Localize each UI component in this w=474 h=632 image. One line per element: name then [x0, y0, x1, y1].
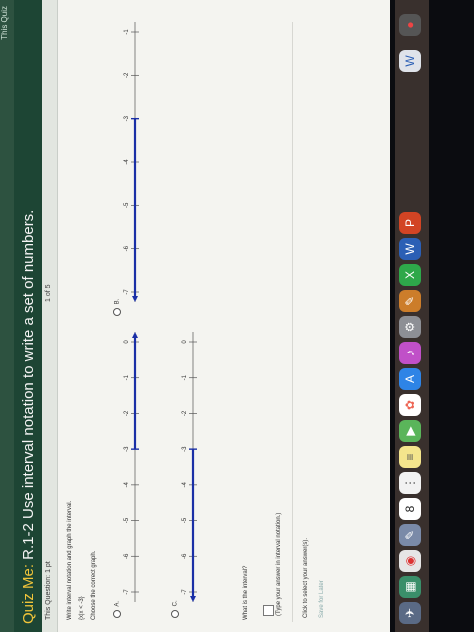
itunes-icon[interactable]: ♪ — [399, 342, 421, 364]
interval-question: What is the interval? — [243, 565, 249, 620]
dashboard-icon[interactable]: ▦ — [399, 576, 421, 598]
arrow-head — [132, 332, 138, 338]
tick-label: -7 — [124, 289, 130, 295]
preview-icon[interactable]: ✎ — [399, 524, 421, 546]
tick-label: -3 — [124, 115, 130, 121]
tick-label: -5 — [124, 202, 130, 208]
powerpoint-icon[interactable]: P — [399, 212, 421, 234]
interval-answer-input[interactable] — [263, 605, 274, 616]
quiz-title: R.1-2 Use interval notation to write a s… — [20, 209, 37, 560]
brand-label: Quiz Me: — [20, 563, 37, 624]
notes-icon[interactable]: ≡ — [399, 446, 421, 468]
this-quiz-label[interactable]: This Quiz — [0, 6, 9, 40]
launchpad-icon[interactable]: ✈ — [399, 602, 421, 624]
photos-icon[interactable]: ✿ — [399, 394, 421, 416]
tick-label: -1 — [124, 29, 130, 35]
tick-label: 0 — [124, 340, 130, 344]
system-preferences-icon[interactable]: ⚙ — [399, 316, 421, 338]
arrow-head — [190, 596, 196, 602]
app-store-icon[interactable]: A — [399, 368, 421, 390]
tick-label: 0 — [182, 340, 188, 344]
select-instructions: Click to select your answer(s). — [303, 537, 309, 618]
tick-label: -6 — [124, 553, 130, 559]
calendar-icon[interactable]: 8 — [399, 498, 421, 520]
tick-label: -4 — [124, 159, 130, 165]
answer-hint: (Type your answer in interval notation.) — [276, 512, 282, 616]
tick-label: -2 — [182, 410, 188, 416]
reminders-icon[interactable]: ⋮ — [399, 472, 421, 494]
tick-label: -2 — [124, 410, 130, 416]
question-bar — [42, 0, 58, 632]
page-title: Quiz Me: R.1-2 Use interval notation to … — [20, 210, 37, 624]
document-thumbnail-icon[interactable]: W — [399, 50, 421, 72]
tick-label: -6 — [124, 245, 130, 251]
facetime-icon[interactable]: ▶ — [399, 420, 421, 442]
save-for-later-button[interactable]: Save for Later — [319, 580, 325, 618]
downloads-icon[interactable]: ● — [399, 14, 421, 36]
tick-label: -5 — [182, 517, 188, 523]
question-prompt: Write interval notation and graph the in… — [67, 500, 73, 620]
tick-label: -4 — [182, 482, 188, 488]
pages-icon[interactable]: ✎ — [399, 290, 421, 312]
tick-label: -5 — [124, 517, 130, 523]
tick-label: -2 — [124, 72, 130, 78]
chrome-icon[interactable]: ◉ — [399, 550, 421, 572]
excel-icon[interactable]: X — [399, 264, 421, 286]
menu-bar: This Quiz — [0, 0, 14, 632]
number-line-b: -7 -6 -5 -4 -3 -2 -1 — [124, 22, 139, 302]
tick-label: -1 — [124, 374, 130, 380]
tick-label: -3 — [182, 446, 188, 452]
set-expression: {x|x < -3} — [79, 596, 85, 620]
tick-label: -4 — [124, 482, 130, 488]
number-line-c: -7 -6 -5 -4 -3 -2 -1 0 — [182, 332, 197, 602]
number-line-a: -7 -6 -5 -4 -3 -2 -1 0 — [124, 332, 139, 602]
question-content: Write interval notation and graph the in… — [57, 0, 390, 632]
tick-label: -1 — [182, 374, 188, 380]
calendar-day: 8 — [403, 505, 417, 513]
arrow-head — [132, 296, 138, 302]
question-points: This Question: 1 pt — [45, 561, 52, 620]
divider — [292, 22, 293, 622]
word-icon[interactable]: W — [399, 238, 421, 260]
tick-label: -3 — [124, 446, 130, 452]
rotated-screen: This Quiz Quiz Me: R.1-2 Use interval no… — [0, 0, 474, 632]
question-pager[interactable]: 1 of 5 — [45, 284, 52, 302]
tick-label: -7 — [124, 589, 130, 595]
number-line-graphs: -7-6-5-4-3-2-10 -7-6-5-4-3-2-1 -7-6-5-4-… — [124, 22, 197, 602]
tick-label: -7 — [182, 589, 188, 595]
tick-label: -6 — [182, 553, 188, 559]
